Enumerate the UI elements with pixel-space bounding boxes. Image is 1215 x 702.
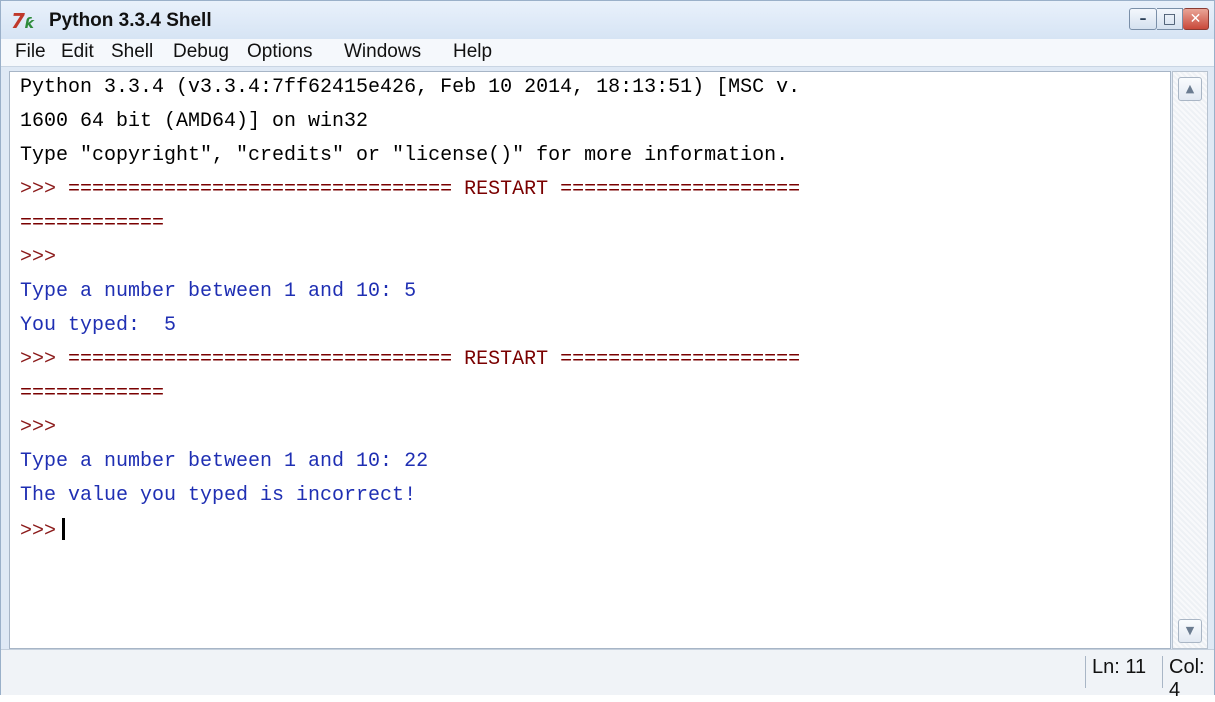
maximize-button[interactable]: □ xyxy=(1157,8,1183,30)
tk-feather-icon: 7ƙ xyxy=(11,9,35,33)
banner-line-2: 1600 64 bit (AMD64)] on win32 xyxy=(20,110,369,133)
menu-help[interactable]: Help xyxy=(447,41,498,63)
banner-line-1: Python 3.3.4 (v3.3.4:7ff62415e426, Feb 1… xyxy=(20,76,801,99)
banner-line-3: Type "copyright", "credits" or "license(… xyxy=(20,144,789,167)
minimize-icon: – xyxy=(1139,11,1147,27)
idle-shell-window: 7ƙ Python 3.3.4 Shell – □ ✕ File Edit Sh… xyxy=(0,0,1215,701)
program-output: Type a number between 1 and 10: 22 xyxy=(20,450,429,473)
shell-prompt: >>> xyxy=(20,348,57,371)
program-output: Type a number between 1 and 10: 5 xyxy=(20,280,417,303)
menu-shell[interactable]: Shell xyxy=(105,41,159,63)
scroll-up-icon[interactable]: ▲ xyxy=(1178,77,1202,101)
restart-line-2-cont: ============ xyxy=(20,382,165,405)
menu-edit[interactable]: Edit xyxy=(55,41,100,63)
menu-options[interactable]: Options xyxy=(241,41,318,63)
shell-prompt: >>> xyxy=(20,246,57,269)
vertical-scrollbar[interactable]: ▲ ▼ xyxy=(1172,71,1208,649)
shell-prompt: >>> xyxy=(20,416,57,439)
window-title: Python 3.3.4 Shell xyxy=(49,10,212,31)
active-prompt-line[interactable]: >>> xyxy=(20,518,66,552)
restart-line-1: >>> ================================ RES… xyxy=(20,178,800,212)
menu-bar: File Edit Shell Debug Options Windows He… xyxy=(1,39,1214,67)
minimize-button[interactable]: – xyxy=(1129,8,1157,30)
restart-separator: ================================ RESTART… xyxy=(56,178,801,201)
maximize-icon: □ xyxy=(1162,11,1177,27)
shell-text-area[interactable]: Python 3.3.4 (v3.3.4:7ff62415e426, Feb 1… xyxy=(9,71,1171,649)
close-icon: ✕ xyxy=(1189,11,1202,27)
text-cursor xyxy=(62,518,66,540)
scroll-down-icon[interactable]: ▼ xyxy=(1178,619,1202,643)
status-bar: Ln: 11 Col: 4 xyxy=(1,649,1215,701)
program-output: You typed: 5 xyxy=(20,314,177,337)
restart-line-2: >>> ================================ RES… xyxy=(20,348,800,382)
menu-debug[interactable]: Debug xyxy=(167,41,235,63)
menu-file[interactable]: File xyxy=(9,41,52,63)
menu-windows[interactable]: Windows xyxy=(338,41,427,63)
restart-line-1-cont: ============ xyxy=(20,212,165,235)
restart-separator: ================================ RESTART… xyxy=(56,348,801,371)
line-number-indicator: Ln: 11 xyxy=(1085,656,1168,688)
shell-prompt: >>> xyxy=(20,520,57,543)
close-button[interactable]: ✕ xyxy=(1183,8,1209,30)
title-bar[interactable]: 7ƙ Python 3.3.4 Shell – □ ✕ xyxy=(1,1,1214,39)
column-number-indicator: Col: 4 xyxy=(1162,656,1215,701)
program-output: The value you typed is incorrect! xyxy=(20,484,417,507)
shell-prompt: >>> xyxy=(20,178,57,201)
